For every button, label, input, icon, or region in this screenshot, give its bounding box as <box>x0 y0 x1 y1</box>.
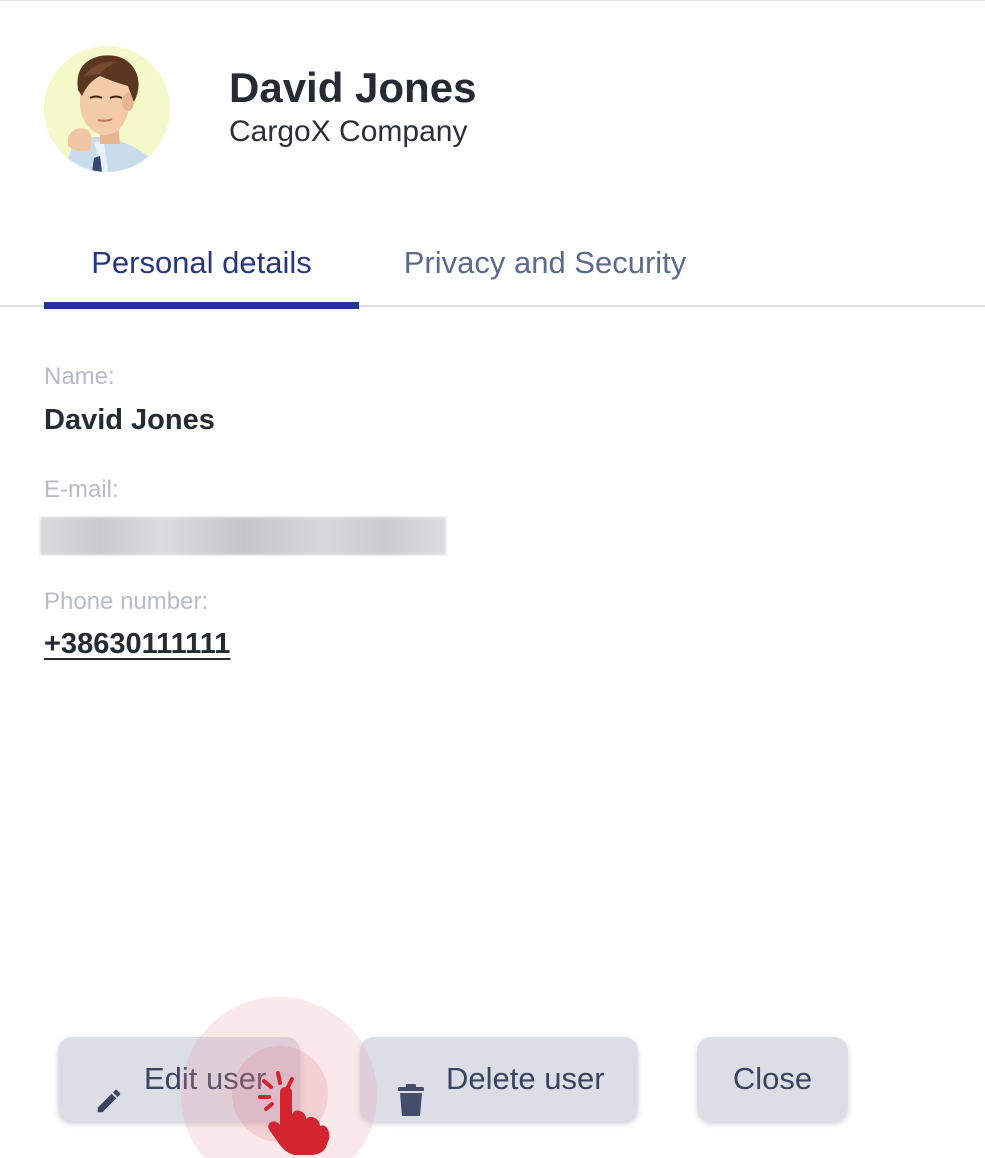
user-details-dialog: David Jones CargoX Company Personal deta… <box>0 0 985 1158</box>
avatar <box>44 46 170 172</box>
name-value: David Jones <box>44 404 215 436</box>
tab-label: Personal details <box>91 245 312 280</box>
tab-bar: Personal details Privacy and Security <box>0 233 985 309</box>
delete-user-button[interactable]: Delete user <box>360 1037 638 1121</box>
email-value-redacted <box>40 517 446 555</box>
edit-user-label: Edit user <box>144 1061 267 1096</box>
name-label: Name: <box>44 363 115 390</box>
phone-number-link[interactable]: +38630111111 <box>44 626 230 662</box>
tab-privacy-and-security[interactable]: Privacy and Security <box>384 233 706 307</box>
close-button[interactable]: Close <box>697 1037 848 1121</box>
user-avatar-icon <box>44 46 170 172</box>
delete-user-label: Delete user <box>446 1061 605 1096</box>
trash-icon <box>398 1064 424 1148</box>
tab-label: Privacy and Security <box>403 245 687 280</box>
user-company: CargoX Company <box>229 115 468 148</box>
close-label: Close <box>732 1061 813 1096</box>
active-tab-indicator <box>44 302 359 309</box>
email-label: E-mail: <box>44 476 119 503</box>
edit-user-button[interactable]: Edit user <box>58 1037 300 1121</box>
phone-label: Phone number: <box>44 588 209 615</box>
pencil-icon <box>94 1064 124 1148</box>
user-name-title: David Jones <box>229 64 477 111</box>
tab-personal-details[interactable]: Personal details <box>44 233 359 309</box>
